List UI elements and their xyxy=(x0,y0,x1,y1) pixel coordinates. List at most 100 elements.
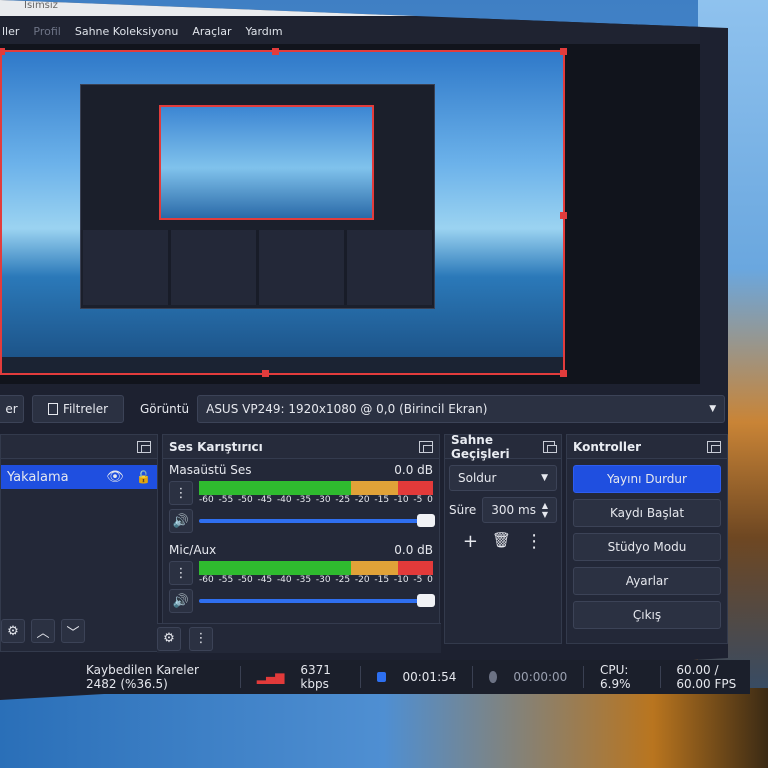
source-item-label: Yakalama xyxy=(7,469,69,485)
move-up-icon[interactable]: ︿ xyxy=(31,619,55,643)
gear-icon[interactable]: ⚙ xyxy=(1,619,25,643)
exit-label: Çıkış xyxy=(632,608,662,622)
audio-mixer-dock: Ses Karıştırıcı Masaüstü Ses 0.0 dB ⋮ -6… xyxy=(157,434,441,653)
recording-icon xyxy=(489,671,498,683)
source-item[interactable]: Yakalama 👁 🔓 xyxy=(1,465,157,489)
menu-bar: ller Profil Sahne Koleksiyonu Araçlar Ya… xyxy=(0,18,700,44)
mixer-channel: Mic/Aux 0.0 dB ⋮ -60 -55 -50 -45 -40 -35 -30 -2… xyxy=(163,533,439,613)
eye-icon[interactable]: 👁 xyxy=(106,469,124,485)
scene-transitions-dock: Sahne Geçişleri Soldur ▼ Süre 300 ms ▲ ▼ … xyxy=(444,432,562,644)
bitrate-icon: ▂▄▆ xyxy=(256,670,285,684)
filters-label: Filtreler xyxy=(62,402,109,416)
scene-transitions-header: Sahne Geçişleri xyxy=(445,432,561,461)
menu-item-tools[interactable]: Araçlar xyxy=(192,25,231,38)
bitrate: 6371 kbps xyxy=(300,663,331,691)
start-recording-button[interactable]: Kaydı Başlat xyxy=(573,499,721,527)
display-select-value: ASUS VP249: 1920x1080 @ 0,0 (Birincil Ek… xyxy=(206,402,488,416)
meter-ticks: -60 -55 -50 -45 -40 -35 -30 -25 -20 -15 -10 -5 0 xyxy=(199,575,433,585)
more-options-icon[interactable]: ⋮ xyxy=(525,531,543,552)
obs-window: İsimsiz ller Profil Sahne Koleksiyonu Ar… xyxy=(0,0,728,700)
start-recording-label: Kaydı Başlat xyxy=(609,506,685,520)
properties-label: er xyxy=(5,402,18,416)
volume-meter xyxy=(199,561,433,575)
speaker-icon[interactable]: 🔊 xyxy=(169,589,193,613)
status-bar: Kaybedilen Kareler 2482 (%36.5) ▂▄▆ 6371… xyxy=(80,660,750,694)
chevron-down-icon: ▼ xyxy=(709,404,717,414)
channel-name: Masaüstü Ses xyxy=(169,463,252,477)
properties-button[interactable]: er xyxy=(0,395,24,423)
channel-name: Mic/Aux xyxy=(169,543,217,557)
duration-value: 300 ms xyxy=(491,503,536,517)
dropped-frames: Kaybedilen Kareler 2482 (%36.5) xyxy=(86,663,199,691)
settings-label: Ayarlar xyxy=(625,574,669,588)
spin-arrows-icon[interactable]: ▲ ▼ xyxy=(542,501,548,519)
gear-icon[interactable]: ⚙ xyxy=(157,626,181,651)
undock-icon[interactable] xyxy=(137,440,151,453)
undock-icon[interactable] xyxy=(542,440,558,453)
volume-slider[interactable] xyxy=(199,514,435,527)
desktop-wallpaper-bottom xyxy=(0,688,768,768)
resize-handle[interactable] xyxy=(560,370,567,377)
preview-canvas[interactable] xyxy=(0,48,567,377)
more-options-icon[interactable]: ⋮ xyxy=(169,561,193,585)
scene-transitions-title: Sahne Geçişleri xyxy=(451,432,510,461)
streaming-icon xyxy=(376,672,387,682)
transition-select-value: Soldur xyxy=(458,471,497,485)
controls-dock: Kontroller Yayını Durdur Kaydı Başlat St… xyxy=(566,434,728,644)
more-options-icon[interactable]: ⋮ xyxy=(189,626,213,651)
stream-time: 00:01:54 xyxy=(402,670,457,684)
undock-icon[interactable] xyxy=(419,440,433,453)
resize-handle[interactable] xyxy=(0,48,5,55)
window-title: İsimsiz xyxy=(24,0,58,11)
studio-mode-label: Stüdyo Modu xyxy=(607,540,687,554)
title-bar: İsimsiz xyxy=(0,0,728,16)
add-icon[interactable]: + xyxy=(463,531,478,552)
resize-handle[interactable] xyxy=(560,48,567,55)
resize-handle[interactable] xyxy=(560,212,567,219)
menu-item-profile[interactable]: Profil xyxy=(33,25,60,38)
undock-icon[interactable] xyxy=(707,440,721,453)
filters-icon xyxy=(47,403,58,415)
exit-button[interactable]: Çıkış xyxy=(573,601,721,629)
desktop-taskbar xyxy=(2,357,563,373)
move-down-icon[interactable]: ﹀ xyxy=(61,619,85,643)
mixer-toolbar: ⚙ ⋮ xyxy=(157,623,441,653)
stop-streaming-button[interactable]: Yayını Durdur xyxy=(573,465,721,493)
meter-ticks: -60 -55 -50 -45 -40 -35 -30 -25 -20 -15 -10 -5 0 xyxy=(199,495,433,505)
chevron-down-icon: ▼ xyxy=(541,473,548,483)
sources-dock-header xyxy=(1,435,157,459)
display-select[interactable]: ASUS VP249: 1920x1080 @ 0,0 (Birincil Ek… xyxy=(197,395,726,423)
audio-mixer-header: Ses Karıştırıcı xyxy=(163,435,439,459)
channel-level: 0.0 dB xyxy=(394,543,433,557)
menu-item-scenes[interactable]: ller xyxy=(2,25,19,38)
duration-spinbox[interactable]: 300 ms ▲ ▼ xyxy=(482,497,557,523)
channel-level: 0.0 dB xyxy=(394,463,433,477)
sources-dock: Yakalama 👁 🔓 ⚙ ︿ ﹀ xyxy=(0,434,158,652)
settings-button[interactable]: Ayarlar xyxy=(573,567,721,595)
controls-title: Kontroller xyxy=(573,439,642,454)
mixer-channel: Masaüstü Ses 0.0 dB ⋮ -60 -55 -50 -45 -40 -35… xyxy=(163,459,439,533)
more-options-icon[interactable]: ⋮ xyxy=(169,481,193,505)
cpu-usage: CPU: 6.9% xyxy=(600,663,631,691)
sources-toolbar: ⚙ ︿ ﹀ xyxy=(1,619,85,643)
trash-icon[interactable]: 🗑 xyxy=(492,531,511,552)
duration-label: Süre xyxy=(449,503,477,517)
transition-select[interactable]: Soldur ▼ xyxy=(449,465,557,491)
resize-handle[interactable] xyxy=(272,48,279,55)
studio-mode-button[interactable]: Stüdyo Modu xyxy=(573,533,721,561)
resize-handle[interactable] xyxy=(262,370,269,377)
filters-button[interactable]: Filtreler xyxy=(32,395,124,423)
speaker-icon[interactable]: 🔊 xyxy=(169,509,193,533)
menu-item-scene-collection[interactable]: Sahne Koleksiyonu xyxy=(75,25,179,38)
controls-header: Kontroller xyxy=(567,435,727,459)
record-time: 00:00:00 xyxy=(513,670,568,684)
preview-area xyxy=(0,44,700,384)
volume-slider[interactable] xyxy=(199,594,435,607)
stop-streaming-label: Yayını Durdur xyxy=(607,472,687,486)
lock-icon[interactable]: 🔓 xyxy=(136,470,151,484)
source-toolbar: er Filtreler Görüntü ASUS VP249: 1920x10… xyxy=(0,390,728,428)
nested-obs-preview xyxy=(80,84,435,309)
audio-mixer-title: Ses Karıştırıcı xyxy=(169,439,263,454)
nested-panels xyxy=(83,230,433,305)
menu-item-help[interactable]: Yardım xyxy=(246,25,283,38)
